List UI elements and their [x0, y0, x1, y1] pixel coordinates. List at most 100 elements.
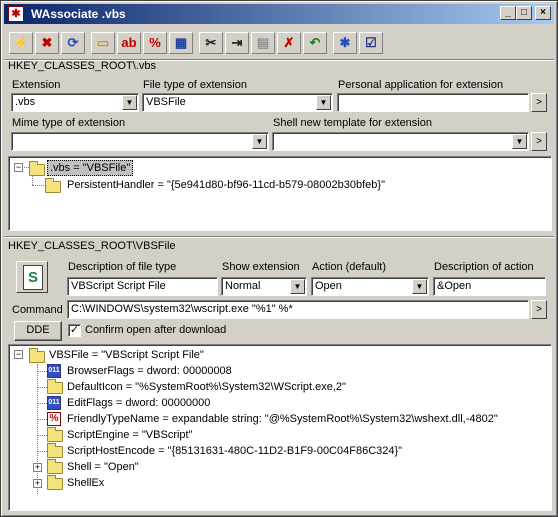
show-ext-dropdown-button[interactable]: ▼	[290, 279, 305, 294]
tree-line	[37, 435, 47, 436]
filetype-key-path: HKEY_CLASSES_ROOT\VBSFile	[8, 240, 176, 252]
personal-app-browse-button[interactable]: >	[531, 93, 547, 112]
chevron-right-icon: >	[536, 97, 542, 108]
expandable-string-icon: %	[149, 35, 161, 50]
chevron-right-icon: >	[536, 304, 542, 315]
tree-node-shell[interactable]: Shell = "Open"	[67, 459, 139, 475]
open-folder-icon	[29, 161, 45, 176]
chevron-down-icon: ▼	[415, 282, 424, 291]
new-folder-button[interactable]: ▭	[91, 32, 115, 54]
filetype-combo[interactable]: VBSFile ▼	[142, 93, 333, 112]
rename-button[interactable]: ⇥	[225, 32, 249, 54]
action-label: Action (default)	[312, 261, 386, 273]
tree-node-persistent-handler[interactable]: PersistentHandler = "{5e941d80-bf96-11cd…	[67, 177, 385, 193]
tree-node-friendlytypename[interactable]: FriendlyTypeName = expandable string: "@…	[67, 411, 498, 427]
filetype-dropdown-button[interactable]: ▼	[316, 95, 331, 110]
refresh-association-button[interactable]: ⟳	[61, 32, 85, 54]
desc-field[interactable]: VBScript Script File	[67, 277, 218, 296]
extension-dropdown-button[interactable]: ▼	[122, 95, 137, 110]
filetype-label: File type of extension	[143, 79, 247, 91]
explorer-button[interactable]: ✱	[333, 32, 357, 54]
toolbar: ⚡ ✖ ⟳ ▭ ab% ▦ ✂ ⇥ ▤ ✗ ↶ ✱ ☑	[4, 30, 554, 58]
extension-combo[interactable]: .vbs ▼	[11, 93, 139, 112]
personal-app-field[interactable]	[337, 93, 529, 112]
wassociate-icon: ✱	[8, 6, 24, 22]
minimize-button[interactable]: _	[500, 6, 516, 20]
divider	[4, 236, 554, 238]
maximize-button[interactable]: □	[516, 6, 532, 20]
confirm-open-label: Confirm open after download	[85, 324, 227, 336]
delete-association-icon: ✖	[41, 35, 53, 50]
chevron-down-icon: ▼	[293, 282, 302, 291]
extension-tree[interactable]: − .vbs = "VBSFile" PersistentHandler = "…	[8, 156, 552, 231]
rename-icon: ⇥	[231, 35, 243, 50]
tree-node-browserflags[interactable]: BrowserFlags = dword: 00000008	[67, 363, 232, 379]
chevron-down-icon: ▼	[515, 137, 524, 146]
chevron-down-icon: ▼	[125, 98, 134, 107]
properties-button[interactable]: ☑	[359, 32, 383, 54]
tree-node-shellex[interactable]: ShellEx	[67, 475, 104, 491]
title-bar[interactable]: ✱ WAssociate .vbs _ □ ×	[4, 4, 554, 24]
close-icon: ×	[540, 7, 546, 18]
tree-line	[37, 371, 47, 372]
desc-value: VBScript Script File	[71, 280, 166, 292]
personal-app-label: Personal application for extension	[338, 79, 504, 91]
dword-value-icon: ▦	[174, 35, 188, 50]
cut-icon: ✂	[205, 35, 217, 50]
command-label: Command	[12, 304, 63, 316]
tree-node-vbsfile[interactable]: VBSFile = "VBScript Script File"	[49, 347, 204, 363]
maximize-icon: □	[520, 7, 528, 18]
dde-button[interactable]: DDE	[14, 321, 62, 341]
shell-template-combo[interactable]: ▼	[272, 132, 529, 151]
expand-icon[interactable]: +	[33, 479, 42, 488]
paste-button[interactable]: ▤	[251, 32, 275, 54]
command-browse-button[interactable]: >	[531, 300, 547, 319]
open-folder-icon	[29, 348, 45, 363]
tree-node-editflags[interactable]: EditFlags = dword: 00000000	[67, 395, 210, 411]
tree-line	[37, 387, 47, 388]
filetype-tree[interactable]: − VBSFile = "VBScript Script File" 011 B…	[8, 344, 552, 511]
mime-combo[interactable]: ▼	[11, 132, 269, 151]
command-field[interactable]: C:\WINDOWS\system32\wscript.exe "%1" %*	[67, 300, 529, 319]
new-folder-icon: ▭	[96, 35, 110, 50]
folder-icon	[45, 178, 61, 193]
delete-association-button[interactable]: ✖	[35, 32, 59, 54]
collapse-icon[interactable]: −	[14, 163, 23, 172]
tree-node-vbs[interactable]: .vbs = "VBSFile"	[47, 160, 134, 176]
close-button[interactable]: ×	[535, 6, 551, 20]
expandable-string-button[interactable]: %	[143, 32, 167, 54]
show-ext-combo[interactable]: Normal ▼	[221, 277, 307, 296]
explorer-icon: ✱	[339, 35, 351, 50]
action-desc-label: Description of action	[434, 261, 534, 273]
mime-label: Mime type of extension	[12, 117, 126, 129]
action-desc-field[interactable]: &Open	[433, 277, 546, 296]
tree-node-defaulticon[interactable]: DefaultIcon = "%SystemRoot%\System32\WSc…	[67, 379, 346, 395]
vbscript-file-icon[interactable]	[16, 261, 48, 293]
collapse-icon[interactable]: −	[14, 350, 23, 359]
confirm-open-checkbox[interactable]: ✓	[68, 324, 81, 337]
minimize-icon: _	[505, 7, 511, 18]
shell-template-dropdown-button[interactable]: ▼	[512, 134, 527, 149]
tree-node-scriptengine[interactable]: ScriptEngine = "VBScript"	[67, 427, 193, 443]
folder-icon	[47, 443, 63, 458]
lightning-button[interactable]: ⚡	[9, 32, 33, 54]
tree-node-scripthostencode[interactable]: ScriptHostEncode = "{85131631-480C-11D2-…	[67, 443, 402, 459]
lightning-icon: ⚡	[12, 35, 30, 50]
string-value-button[interactable]: ab	[117, 32, 141, 54]
expand-icon[interactable]: +	[33, 463, 42, 472]
action-combo[interactable]: Open ▼	[311, 277, 429, 296]
shell-template-browse-button[interactable]: >	[531, 132, 547, 151]
cut-button[interactable]: ✂	[199, 32, 223, 54]
tree-line	[37, 451, 47, 452]
undo-button[interactable]: ↶	[303, 32, 327, 54]
dword-value-button[interactable]: ▦	[169, 32, 193, 54]
mime-dropdown-button[interactable]: ▼	[252, 134, 267, 149]
show-ext-value: Normal	[225, 280, 261, 292]
string-value-icon: ab	[121, 35, 137, 50]
tree-line	[32, 185, 44, 186]
checkmark-icon: ✓	[69, 324, 80, 336]
action-dropdown-button[interactable]: ▼	[412, 279, 427, 294]
delete-button[interactable]: ✗	[277, 32, 301, 54]
tree-line	[37, 364, 38, 494]
undo-icon: ↶	[309, 35, 321, 50]
